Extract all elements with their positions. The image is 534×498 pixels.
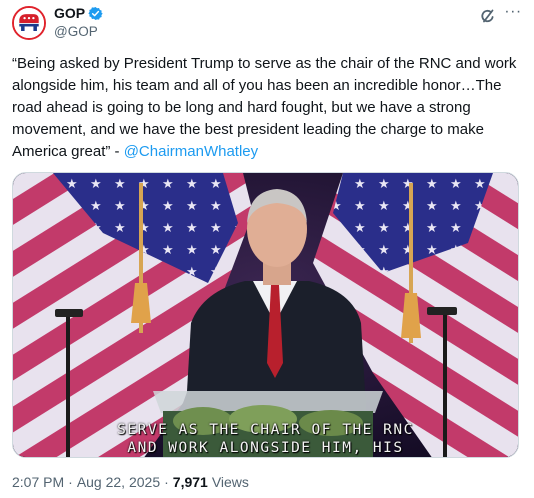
views-count: 7,971: [172, 474, 208, 490]
views-label: Views: [211, 474, 249, 490]
tweet-meta: 2:07 PM · Aug 22, 2025 · 7,971 Views: [12, 474, 249, 490]
meta-separator: ·: [68, 474, 73, 490]
display-name[interactable]: GOP: [54, 5, 85, 21]
republican-elephant-icon: [14, 8, 44, 38]
more-dots-icon[interactable]: ···: [503, 3, 523, 23]
video-caption-line-2: AND WORK ALONGSIDE HIM, HIS: [127, 440, 404, 456]
mention-link[interactable]: @ChairmanWhatley: [124, 143, 258, 160]
video-caption-line-1: SERVE AS THE CHAIR OF THE RNC: [117, 422, 414, 438]
video-frame: ★: [13, 173, 518, 457]
grok-icon[interactable]: [478, 6, 498, 26]
post-date[interactable]: Aug 22, 2025: [77, 474, 160, 490]
author-name-row: GOP: [54, 5, 103, 21]
tweet-body: “Being asked by President Trump to serve…: [12, 55, 521, 160]
post-time[interactable]: 2:07 PM: [12, 474, 64, 490]
verified-badge-icon: [88, 6, 103, 20]
video-player[interactable]: ★: [12, 172, 519, 458]
tweet-text: “Being asked by President Trump to serve…: [12, 53, 522, 163]
meta-separator: ·: [164, 474, 169, 490]
avatar[interactable]: [12, 6, 46, 40]
handle[interactable]: @GOP: [54, 24, 98, 39]
